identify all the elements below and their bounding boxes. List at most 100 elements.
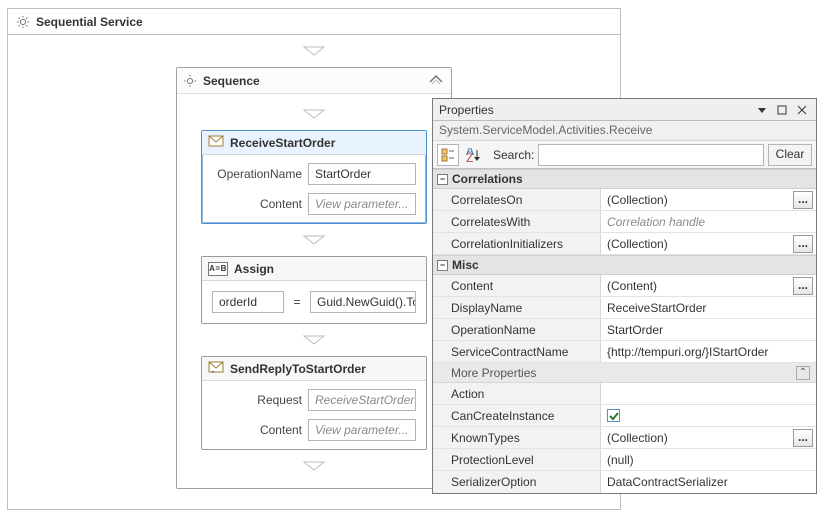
prop-name: Action — [433, 383, 601, 404]
content-link[interactable]: View parameter... — [308, 419, 416, 441]
clear-button[interactable]: Clear — [768, 144, 812, 166]
prop-name: ProtectionLevel — [433, 449, 601, 470]
receive-header[interactable]: ReceiveStartOrder — [202, 131, 426, 155]
operation-name-input[interactable]: StartOrder — [308, 163, 416, 185]
prop-value[interactable]: (Collection)... — [601, 189, 816, 210]
sendreply-header[interactable]: SendReplyToStartOrder — [202, 357, 426, 381]
prop-value[interactable] — [601, 383, 816, 404]
sendreply-activity[interactable]: SendReplyToStartOrder Request ReceiveSta… — [201, 356, 427, 450]
properties-subtitle: System.ServiceModel.Activities.Receive — [433, 121, 816, 141]
prop-protectionlevel[interactable]: ProtectionLevel (null) — [433, 449, 816, 471]
checkbox-checked-icon[interactable] — [607, 409, 620, 422]
prop-name: CorrelatesWith — [433, 211, 601, 232]
prop-name: DisplayName — [433, 297, 601, 318]
prop-value[interactable]: DataContractSerializer — [601, 471, 816, 493]
envelope-icon — [208, 134, 224, 151]
envelope-reply-icon — [208, 360, 224, 377]
assign-title: Assign — [234, 262, 274, 276]
ellipsis-button[interactable]: ... — [793, 191, 813, 209]
prop-knowntypes[interactable]: KnownTypes (Collection)... — [433, 427, 816, 449]
assign-icon: A=B — [208, 262, 228, 276]
pin-icon[interactable] — [774, 103, 790, 117]
prop-value-text: (Content) — [607, 275, 657, 297]
sequence-activity[interactable]: Sequence ReceiveStartOrder OperationName… — [176, 67, 452, 489]
properties-panel: Properties System.ServiceModel.Activitie… — [432, 98, 817, 494]
search-input[interactable] — [538, 144, 764, 166]
prop-operationname[interactable]: OperationName StartOrder — [433, 319, 816, 341]
root-title: Sequential Service — [36, 15, 143, 29]
sequence-header[interactable]: Sequence — [177, 68, 451, 94]
prop-name: CorrelatesOn — [433, 189, 601, 210]
request-value[interactable]: ReceiveStartOrder — [308, 389, 416, 411]
collapse-toggle-icon[interactable]: − — [437, 260, 448, 271]
category-correlations[interactable]: − Correlations — [433, 169, 816, 189]
prop-value-text: (Collection) — [607, 189, 668, 211]
chevron-up-icon[interactable] — [427, 73, 445, 88]
sendreply-title: SendReplyToStartOrder — [230, 362, 366, 376]
collapse-toggle-icon[interactable]: − — [437, 174, 448, 185]
prop-name: ServiceContractName — [433, 341, 601, 362]
prop-value[interactable]: {http://tempuri.org/}IStartOrder — [601, 341, 816, 362]
prop-correlateson[interactable]: CorrelatesOn (Collection)... — [433, 189, 816, 211]
assign-to-input[interactable]: orderId — [212, 291, 284, 313]
category-label: Misc — [452, 258, 479, 272]
equals-label: = — [292, 295, 302, 309]
search-label: Search: — [493, 148, 534, 162]
prop-value-text: (Collection) — [607, 233, 668, 255]
prop-name: SerializerOption — [433, 471, 601, 493]
more-properties-label: More Properties — [451, 366, 536, 380]
prop-correlateswith[interactable]: CorrelatesWith Correlation handle — [433, 211, 816, 233]
receive-activity[interactable]: ReceiveStartOrder OperationName StartOrd… — [201, 130, 427, 224]
categorize-button[interactable] — [437, 144, 459, 166]
prop-cancreateinstance[interactable]: CanCreateInstance — [433, 405, 816, 427]
gear-icon — [16, 15, 30, 29]
prop-value[interactable]: Correlation handle — [601, 211, 816, 232]
prop-servicecontractname[interactable]: ServiceContractName {http://tempuri.org/… — [433, 341, 816, 363]
prop-value[interactable]: (null) — [601, 449, 816, 470]
more-properties-row[interactable]: More Properties ⌃ — [433, 363, 816, 383]
prop-action[interactable]: Action — [433, 383, 816, 405]
window-menu-icon[interactable] — [754, 103, 770, 117]
request-label: Request — [212, 393, 302, 407]
prop-value[interactable]: StartOrder — [601, 319, 816, 340]
assign-header[interactable]: A=B Assign — [202, 257, 426, 281]
prop-serializeroption[interactable]: SerializerOption DataContractSerializer — [433, 471, 816, 493]
drop-indicator-icon — [302, 334, 326, 346]
root-header: Sequential Service — [8, 9, 620, 35]
drop-indicator-icon — [302, 460, 326, 472]
ellipsis-button[interactable]: ... — [793, 429, 813, 447]
receive-title: ReceiveStartOrder — [230, 136, 335, 150]
prop-value[interactable]: ReceiveStartOrder — [601, 297, 816, 318]
category-label: Correlations — [452, 172, 523, 186]
prop-name: KnownTypes — [433, 427, 601, 448]
prop-value[interactable]: (Collection)... — [601, 233, 816, 254]
gear-icon — [183, 74, 197, 88]
properties-titlebar[interactable]: Properties — [433, 99, 816, 121]
drop-indicator-icon — [302, 234, 326, 246]
prop-name: CanCreateInstance — [433, 405, 601, 426]
category-misc[interactable]: − Misc — [433, 255, 816, 275]
ellipsis-button[interactable]: ... — [793, 235, 813, 253]
close-icon[interactable] — [794, 103, 810, 117]
prop-name: Content — [433, 275, 601, 296]
content-label: Content — [212, 197, 302, 211]
properties-toolbar: AZ Search: Clear — [433, 141, 816, 169]
properties-title: Properties — [439, 103, 750, 117]
prop-name: CorrelationInitializers — [433, 233, 601, 254]
sort-alpha-button[interactable]: AZ — [463, 144, 485, 166]
expand-up-icon[interactable]: ⌃ — [796, 366, 810, 380]
prop-correlationinitializers[interactable]: CorrelationInitializers (Collection)... — [433, 233, 816, 255]
prop-content[interactable]: Content (Content)... — [433, 275, 816, 297]
prop-value[interactable]: (Content)... — [601, 275, 816, 296]
prop-displayname[interactable]: DisplayName ReceiveStartOrder — [433, 297, 816, 319]
content-link[interactable]: View parameter... — [308, 193, 416, 215]
content-label: Content — [212, 423, 302, 437]
assign-value-input[interactable]: Guid.NewGuid().To — [310, 291, 416, 313]
prop-value[interactable] — [601, 405, 816, 426]
prop-value[interactable]: (Collection)... — [601, 427, 816, 448]
assign-activity[interactable]: A=B Assign orderId = Guid.NewGuid().To — [201, 256, 427, 324]
prop-value-text: (Collection) — [607, 427, 668, 449]
ellipsis-button[interactable]: ... — [793, 277, 813, 295]
sequence-title: Sequence — [203, 74, 421, 88]
svg-text:Z: Z — [466, 151, 473, 162]
